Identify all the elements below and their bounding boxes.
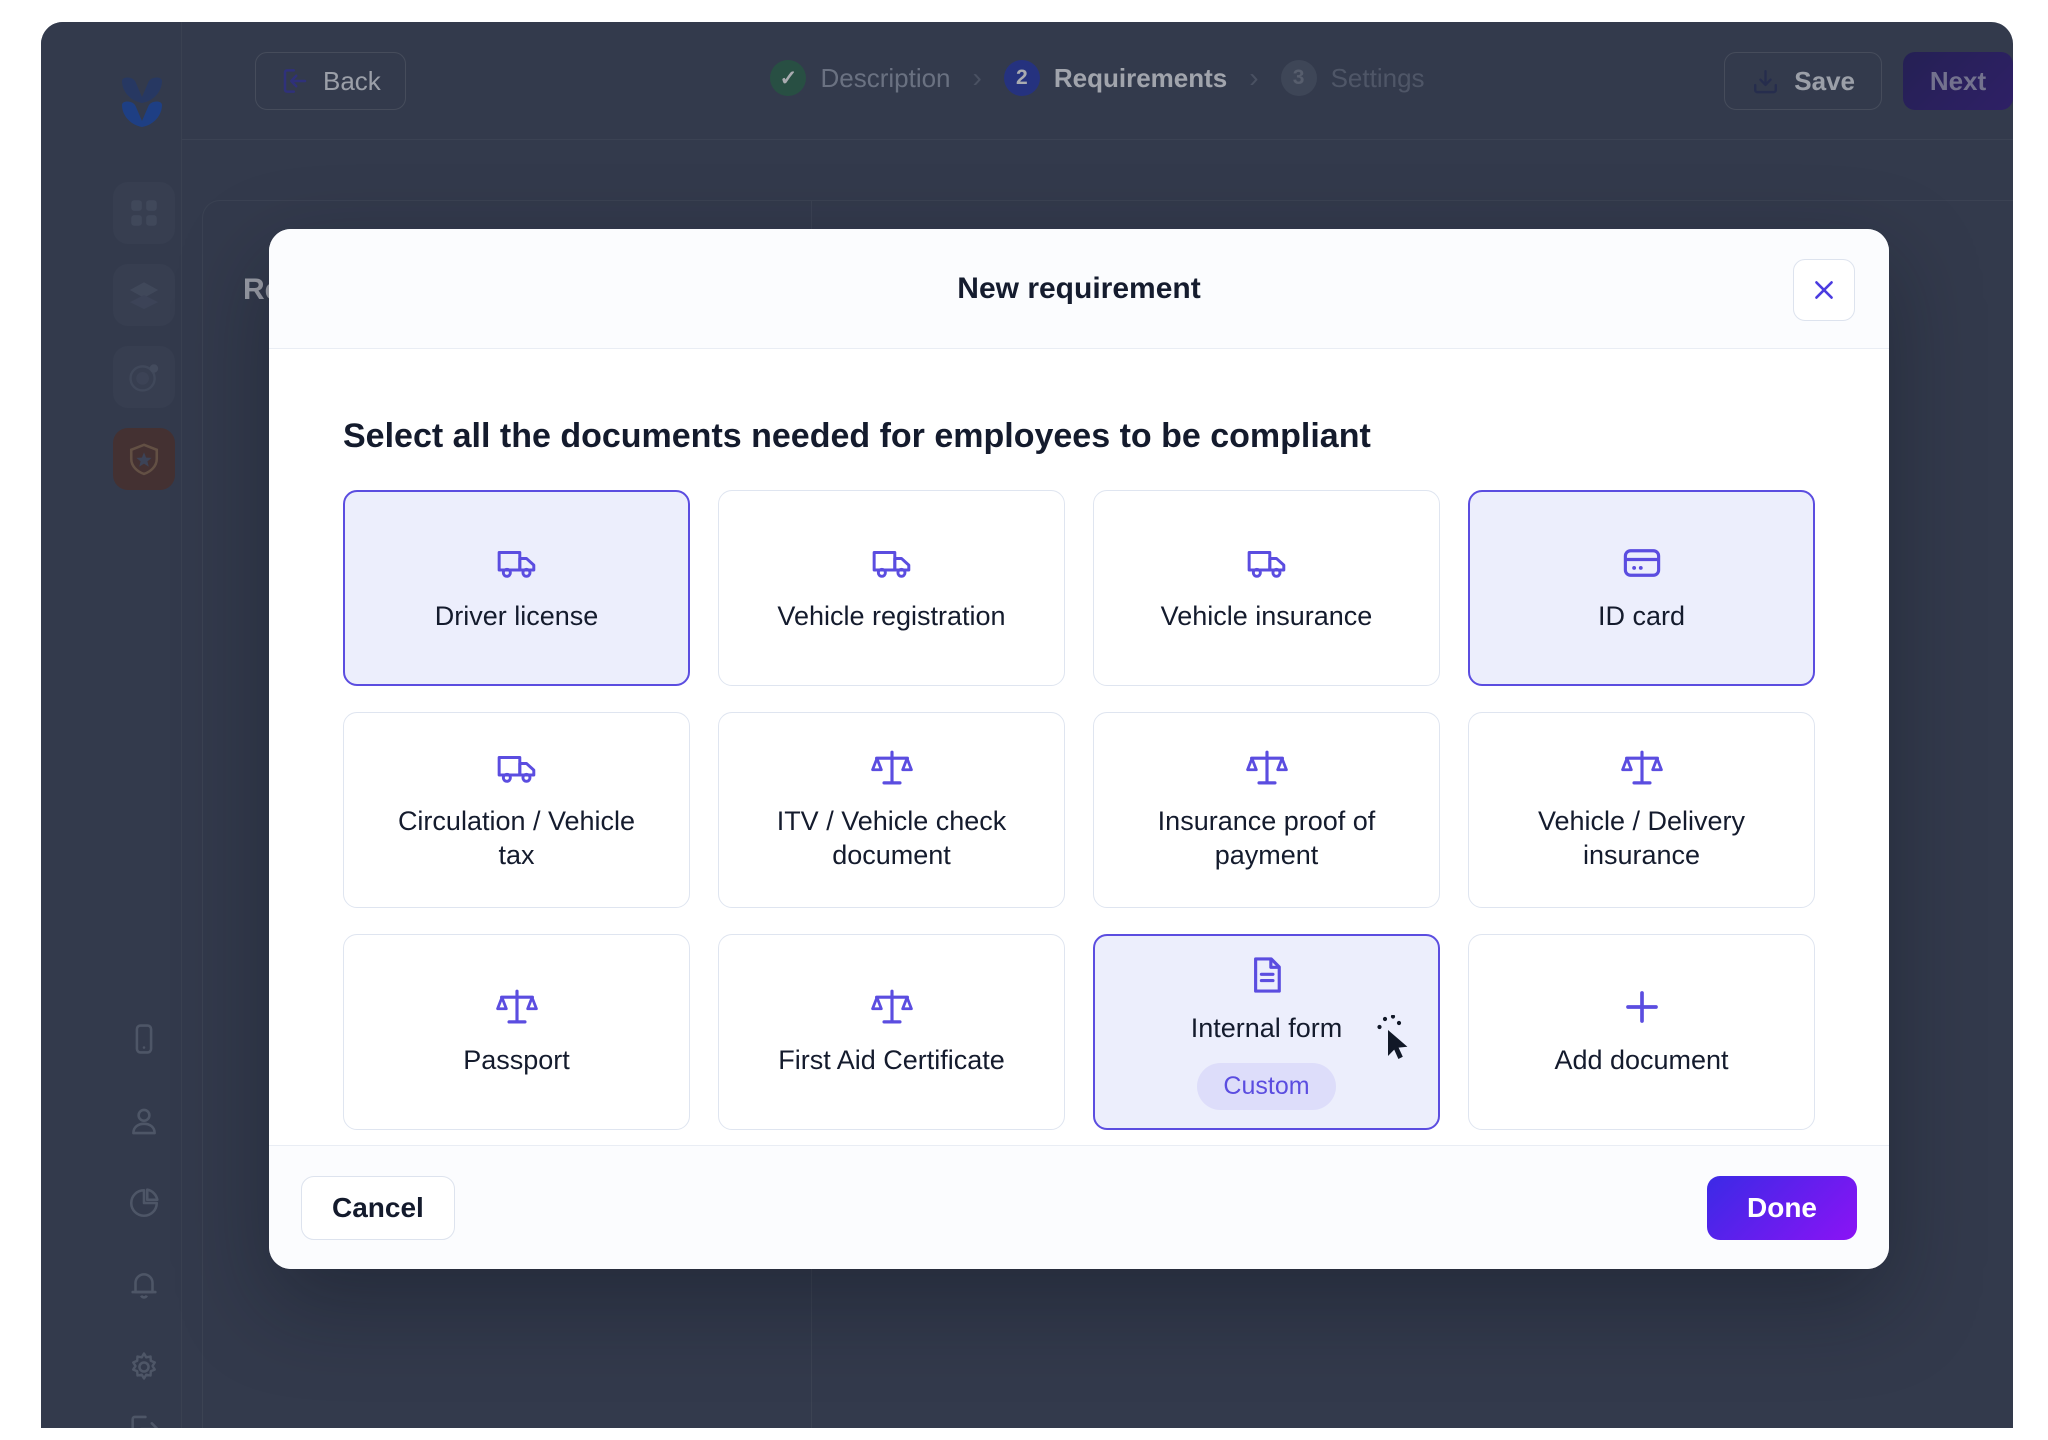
document-label: Add document [1554, 1045, 1729, 1076]
document-card-internal-form[interactable]: Internal form Custom [1093, 934, 1440, 1130]
app-window: Back ✓ Description › 2 Requirements › 3 … [41, 22, 2013, 1428]
document-card-vehicle-insurance[interactable]: Vehicle insurance [1093, 490, 1440, 686]
truck-icon [497, 551, 535, 578]
document-label: Circulation / Vehicle tax [397, 806, 636, 870]
document-label: Vehicle insurance [1160, 601, 1373, 632]
truck-icon [497, 756, 535, 784]
modal-body: Select all the documents needed for empl… [269, 349, 1889, 1145]
document-label: Vehicle registration [777, 601, 1006, 632]
document-card-driver-license[interactable]: Driver license [343, 490, 690, 686]
document-card-insurance-proof-of-payment[interactable]: Insurance proof of payment [1093, 712, 1440, 908]
document-label: Internal form [1190, 1012, 1343, 1043]
document-card-passport[interactable]: Passport [343, 934, 690, 1130]
document-label: ID card [1597, 601, 1686, 632]
modal-footer: Cancel Done [269, 1145, 1889, 1269]
document-card-itv-vehicle-check[interactable]: ITV / Vehicle check document [718, 712, 1065, 908]
document-card-vehicle-registration[interactable]: Vehicle registration [718, 490, 1065, 686]
document-label: First Aid Certificate [778, 1045, 1005, 1076]
document-card-vehicle-delivery-insurance[interactable]: Vehicle / Delivery insurance [1468, 712, 1815, 908]
document-icon [1253, 956, 1281, 993]
done-label: Done [1747, 1191, 1817, 1223]
document-label: Insurance proof of payment [1157, 806, 1376, 870]
cancel-button[interactable]: Cancel [301, 1175, 455, 1240]
plus-icon [1625, 991, 1658, 1023]
truck-icon [872, 551, 910, 578]
new-requirement-modal: New requirement Select all the documents… [269, 229, 1889, 1269]
document-card-circulation-vehicle-tax[interactable]: Circulation / Vehicle tax [343, 712, 690, 908]
modal-title: New requirement [957, 271, 1201, 305]
status-badge: Custom [1197, 1063, 1336, 1111]
document-grid: Driver license Vehicle registration Vehi… [317, 490, 1841, 1130]
document-label: Vehicle / Delivery insurance [1537, 806, 1746, 870]
document-label: Passport [463, 1045, 570, 1076]
close-icon [1815, 281, 1833, 299]
document-card-first-aid-certificate[interactable]: First Aid Certificate [718, 934, 1065, 1130]
scales-icon [1620, 750, 1663, 785]
scales-icon [870, 989, 913, 1024]
done-button[interactable]: Done [1707, 1175, 1857, 1240]
scales-icon [1245, 750, 1288, 785]
close-button[interactable] [1793, 259, 1855, 321]
cancel-label: Cancel [332, 1191, 424, 1223]
truck-icon [1247, 551, 1285, 578]
modal-heading: Select all the documents needed for empl… [343, 417, 1371, 455]
scales-icon [870, 750, 913, 785]
modal-header: New requirement [269, 229, 1889, 349]
id-card-icon [1623, 549, 1660, 577]
document-label: ITV / Vehicle check document [776, 806, 1007, 870]
scales-icon [495, 989, 538, 1024]
document-card-id-card[interactable]: ID card [1468, 490, 1815, 686]
document-label: Driver license [434, 601, 599, 632]
document-card-add-document[interactable]: Add document [1468, 934, 1815, 1130]
